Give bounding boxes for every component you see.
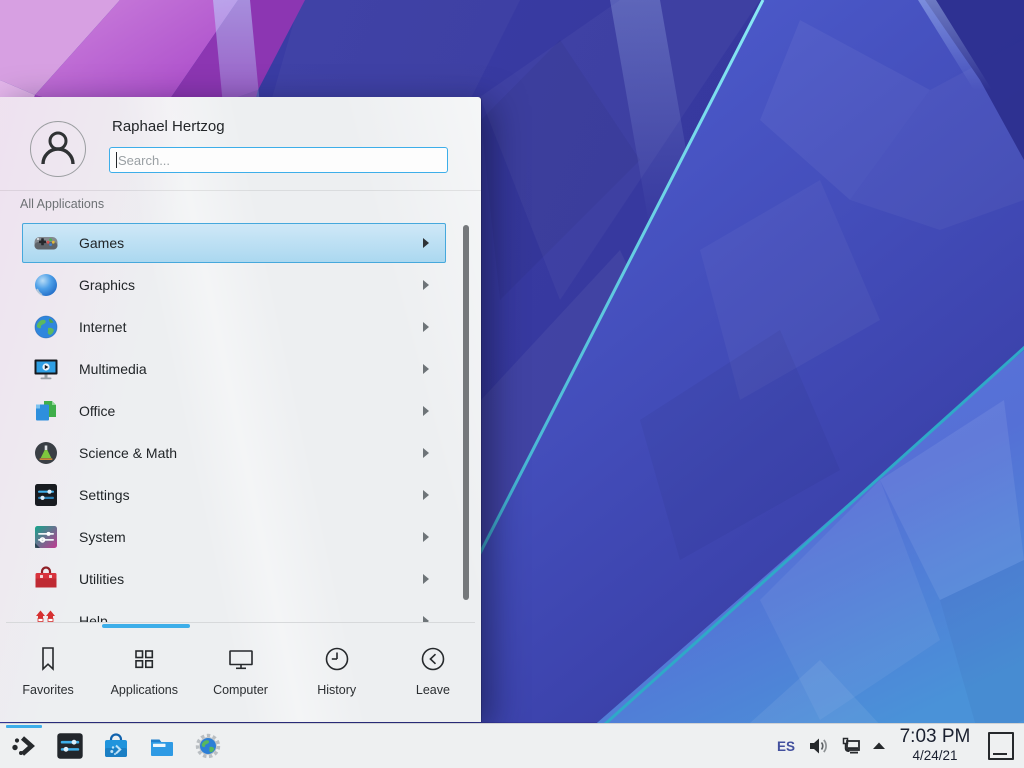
tab-label: Applications bbox=[111, 683, 178, 697]
header-divider bbox=[0, 190, 481, 191]
taskbar-panel: ES bbox=[0, 723, 1024, 768]
software-bag-icon bbox=[101, 731, 131, 761]
user-icon bbox=[31, 122, 85, 176]
lifebuoy-icon bbox=[33, 608, 59, 622]
chevron-right-icon bbox=[423, 364, 429, 374]
leave-icon bbox=[418, 644, 448, 674]
chevron-right-icon bbox=[423, 406, 429, 416]
chevron-right-icon bbox=[423, 280, 429, 290]
digital-clock[interactable]: 7:03 PM 4/24/21 bbox=[888, 724, 982, 768]
search-input[interactable] bbox=[109, 147, 448, 173]
category-label: Help bbox=[79, 600, 108, 622]
user-avatar[interactable] bbox=[30, 121, 86, 177]
category-label: Games bbox=[79, 222, 124, 264]
taskbar-system-settings-button[interactable] bbox=[48, 724, 92, 768]
category-row-internet[interactable]: Internet bbox=[0, 306, 481, 348]
computer-icon bbox=[226, 644, 256, 674]
application-launcher-menu: Raphael Hertzog All Applications bbox=[0, 97, 481, 722]
network-icon bbox=[838, 735, 862, 757]
taskbar-discover-button[interactable] bbox=[94, 724, 138, 768]
globe-gear-icon bbox=[193, 731, 223, 761]
category-label: System bbox=[79, 516, 126, 558]
settings-sliders-icon bbox=[55, 731, 85, 761]
category-row-settings[interactable]: Settings bbox=[0, 474, 481, 516]
globe-icon bbox=[33, 314, 59, 340]
category-row-multimedia[interactable]: Multimedia bbox=[0, 348, 481, 390]
folder-icon bbox=[147, 731, 177, 761]
category-row-games[interactable]: Games bbox=[0, 222, 481, 264]
expand-arrow-icon bbox=[871, 735, 887, 757]
category-list: Games Graphics bbox=[0, 222, 481, 622]
chevron-right-icon bbox=[423, 490, 429, 500]
tab-label: Favorites bbox=[22, 683, 73, 697]
category-row-utilities[interactable]: Utilities bbox=[0, 558, 481, 600]
tab-label: History bbox=[317, 683, 356, 697]
category-row-office[interactable]: Office bbox=[0, 390, 481, 432]
color-sliders-icon bbox=[33, 524, 59, 550]
category-label: Settings bbox=[79, 474, 130, 516]
category-label: Multimedia bbox=[79, 348, 147, 390]
chevron-right-icon bbox=[423, 574, 429, 584]
tray-expander-button[interactable] bbox=[871, 735, 887, 757]
chevron-right-icon bbox=[423, 448, 429, 458]
volume-button[interactable] bbox=[807, 735, 829, 757]
network-button[interactable] bbox=[838, 735, 862, 757]
tab-leave[interactable]: Leave bbox=[385, 628, 481, 722]
grid-icon bbox=[129, 644, 159, 674]
tab-applications[interactable]: Applications bbox=[96, 628, 192, 722]
dark-sliders-icon bbox=[33, 482, 59, 508]
kickoff-icon bbox=[9, 731, 39, 761]
list-scrollbar[interactable] bbox=[463, 225, 469, 600]
taskbar-application-launcher-button[interactable] bbox=[2, 724, 46, 768]
category-label: Office bbox=[79, 390, 115, 432]
chevron-right-icon bbox=[423, 532, 429, 542]
user-name: Raphael Hertzog bbox=[112, 118, 225, 135]
active-task-indicator bbox=[6, 725, 42, 728]
category-label: Graphics bbox=[79, 264, 135, 306]
tab-computer[interactable]: Computer bbox=[192, 628, 288, 722]
show-desktop-icon bbox=[993, 753, 1007, 755]
clock-date: 4/24/21 bbox=[888, 748, 982, 763]
desktop: Raphael Hertzog All Applications bbox=[0, 0, 1024, 768]
category-label: Science & Math bbox=[79, 432, 177, 474]
sphere-icon bbox=[33, 272, 59, 298]
category-row-help[interactable]: Help bbox=[0, 600, 481, 622]
category-label: Utilities bbox=[79, 558, 124, 600]
launcher-tab-bar: Favorites Applications Computer bbox=[0, 628, 481, 722]
system-tray: ES bbox=[774, 724, 887, 768]
taskbar-file-manager-button[interactable] bbox=[140, 724, 184, 768]
tab-history[interactable]: History bbox=[289, 628, 385, 722]
keyboard-layout-indicator[interactable]: ES bbox=[774, 739, 798, 754]
bookmark-icon bbox=[33, 644, 63, 674]
tabbar-divider bbox=[6, 622, 475, 623]
category-row-science[interactable]: Science & Math bbox=[0, 432, 481, 474]
volume-icon bbox=[807, 735, 829, 757]
category-label: Internet bbox=[79, 306, 126, 348]
monitor-play-icon bbox=[33, 356, 59, 382]
documents-icon bbox=[33, 398, 59, 424]
toolbox-icon bbox=[33, 566, 59, 592]
chevron-right-icon bbox=[423, 322, 429, 332]
history-clock-icon bbox=[322, 644, 352, 674]
gamepad-icon bbox=[33, 230, 59, 256]
taskbar-web-browser-button[interactable] bbox=[186, 724, 230, 768]
category-row-system[interactable]: System bbox=[0, 516, 481, 558]
chevron-right-icon bbox=[423, 238, 429, 248]
category-row-graphics[interactable]: Graphics bbox=[0, 264, 481, 306]
tab-label: Computer bbox=[213, 683, 268, 697]
tab-favorites[interactable]: Favorites bbox=[0, 628, 96, 722]
show-desktop-button[interactable] bbox=[988, 732, 1014, 760]
section-label: All Applications bbox=[20, 197, 104, 211]
flask-icon bbox=[33, 440, 59, 466]
clock-time: 7:03 PM bbox=[888, 726, 982, 748]
tab-label: Leave bbox=[416, 683, 450, 697]
